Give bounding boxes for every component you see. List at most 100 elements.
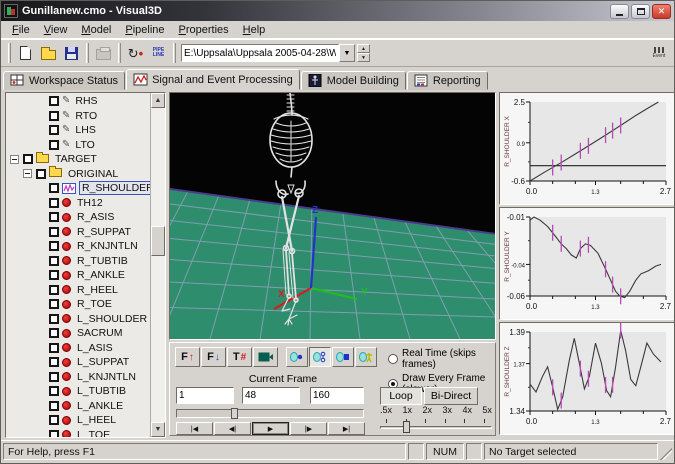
tree-checkbox[interactable] — [49, 386, 59, 396]
recalc-button[interactable]: ↻• — [124, 42, 147, 64]
tree-item-r_shoulder[interactable]: R_SHOULDER — [6, 181, 150, 196]
file-combo-dropdown-button[interactable]: ▼ — [339, 44, 355, 62]
frame-slider[interactable] — [176, 409, 364, 418]
close-button[interactable]: ✕ — [652, 4, 671, 19]
speed-slider-thumb[interactable] — [403, 421, 410, 433]
tree-item-th12[interactable]: TH12 — [6, 196, 150, 211]
tree-item-lhs[interactable]: ✎LHS — [6, 123, 150, 138]
tree-checkbox[interactable] — [49, 256, 59, 266]
chart-r_shoulder x[interactable]: 2.50.9-0.60.01.32.7R_SHOULDER X — [499, 92, 675, 205]
step-forward-button[interactable]: |▶ — [290, 422, 327, 435]
tree-checkbox[interactable] — [49, 401, 59, 411]
tree-checkbox[interactable] — [49, 415, 59, 425]
radio-button[interactable] — [388, 354, 398, 364]
marker-figure-button[interactable] — [355, 347, 377, 367]
new-file-button[interactable] — [14, 42, 37, 64]
tree-checkbox[interactable] — [49, 227, 59, 237]
spin-down-button[interactable]: ▼ — [357, 53, 370, 62]
bidirect-button[interactable]: Bi-Direct — [424, 387, 478, 405]
tree-scrollbar[interactable]: ▲ ▼ — [150, 93, 165, 437]
file-combo-input[interactable] — [181, 44, 339, 62]
tree-checkbox[interactable] — [49, 430, 59, 437]
tab-signal-and-event-processing[interactable]: Signal and Event Processing — [126, 69, 300, 90]
tree-item-l_knjntln[interactable]: L_KNJNTLN — [6, 370, 150, 385]
tree-item-l_ankle[interactable]: L_ANKLE — [6, 399, 150, 414]
event-button[interactable]: Event — [648, 42, 670, 64]
open-file-button[interactable] — [37, 42, 60, 64]
tree-checkbox[interactable] — [49, 270, 59, 280]
speed-slider[interactable] — [380, 419, 492, 431]
go-end-button[interactable]: ▶| — [328, 422, 365, 435]
menu-view[interactable]: View — [37, 23, 75, 37]
tree-item-l_asis[interactable]: L_ASIS — [6, 341, 150, 356]
tree-item-r_asis[interactable]: R_ASIS — [6, 210, 150, 225]
go-start-button[interactable]: |◀ — [176, 422, 213, 435]
tree-item-original[interactable]: ORIGINAL — [6, 167, 150, 182]
menu-help[interactable]: Help — [236, 23, 273, 37]
menu-properties[interactable]: Properties — [172, 23, 236, 37]
tree-checkbox[interactable] — [49, 212, 59, 222]
print-button[interactable] — [92, 42, 115, 64]
frame-slider-thumb[interactable] — [231, 408, 238, 419]
tree-item-l_tubtib[interactable]: L_TUBTIB — [6, 384, 150, 399]
frame-button-0[interactable]: F↑ — [175, 347, 200, 367]
tree-checkbox[interactable] — [23, 154, 33, 164]
frame-button-2[interactable]: T# — [227, 347, 252, 367]
tree-checkbox[interactable] — [49, 198, 59, 208]
minimize-button[interactable] — [610, 4, 629, 19]
chart-r_shoulder y[interactable]: -0.01-0.04-0.060.01.32.7R_SHOULDER Y — [499, 207, 675, 320]
tree-item-r_heel[interactable]: R_HEEL — [6, 283, 150, 298]
tree-item-r_knjntln[interactable]: R_KNJNTLN — [6, 239, 150, 254]
radio-option-0[interactable]: Real Time (skips frames) — [388, 348, 495, 370]
start-frame-input[interactable] — [176, 387, 234, 404]
tree-checkbox[interactable] — [49, 125, 59, 135]
expand-minus-box[interactable] — [10, 155, 19, 164]
tree-item-l_heel[interactable]: L_HEEL — [6, 413, 150, 428]
tree-item-l_toe[interactable]: L_TOE — [6, 428, 150, 438]
current-frame-input[interactable] — [242, 387, 300, 404]
play-button[interactable]: ▶ — [252, 422, 289, 435]
scroll-track[interactable] — [151, 108, 165, 422]
loop-button[interactable]: Loop — [380, 387, 422, 405]
menu-model[interactable]: Model — [74, 23, 118, 37]
tree-checkbox[interactable] — [49, 96, 59, 106]
chart-r_shoulder z[interactable]: 1.391.371.340.01.32.7R_SHOULDER Z — [499, 322, 675, 435]
tab-reporting[interactable]: Reporting — [407, 71, 488, 90]
menu-pipeline[interactable]: Pipeline — [118, 23, 171, 37]
tree-item-r_ankle[interactable]: R_ANKLE — [6, 268, 150, 283]
scroll-thumb[interactable] — [151, 226, 165, 256]
tree-checkbox[interactable] — [49, 372, 59, 382]
resize-grip[interactable] — [660, 448, 672, 460]
tree-checkbox[interactable] — [49, 183, 59, 193]
tab-model-building[interactable]: Model Building — [301, 71, 406, 90]
menu-file[interactable]: File — [5, 23, 37, 37]
tree-checkbox[interactable] — [49, 140, 59, 150]
tree-checkbox[interactable] — [49, 328, 59, 338]
save-button[interactable] — [60, 42, 83, 64]
tree-item-l_shoulder[interactable]: L_SHOULDER — [6, 312, 150, 327]
tree-checkbox[interactable] — [49, 357, 59, 367]
step-back-button[interactable]: ◀| — [214, 422, 251, 435]
tree-item-r_tubtib[interactable]: R_TUBTIB — [6, 254, 150, 269]
pipeline-button[interactable]: PIPELINE — [147, 42, 170, 64]
tree-item-lto[interactable]: ✎LTO — [6, 138, 150, 153]
maximize-button[interactable] — [631, 4, 650, 19]
tree-checkbox[interactable] — [49, 111, 59, 121]
tree-item-r_suppat[interactable]: R_SUPPAT — [6, 225, 150, 240]
tree-checkbox[interactable] — [49, 343, 59, 353]
tree-checkbox[interactable] — [49, 299, 59, 309]
marker-dot-button[interactable] — [286, 347, 308, 367]
tree-checkbox[interactable] — [49, 241, 59, 251]
tree-item-target[interactable]: TARGET — [6, 152, 150, 167]
tree-item-rhs[interactable]: ✎RHS — [6, 94, 150, 109]
tree-item-l_suppat[interactable]: L_SUPPAT — [6, 355, 150, 370]
tree-checkbox[interactable] — [49, 285, 59, 295]
tree-checkbox[interactable] — [36, 169, 46, 179]
spin-up-button[interactable]: ▲ — [357, 44, 370, 53]
marker-link-button[interactable] — [309, 347, 331, 367]
marker-cube-button[interactable] — [332, 347, 354, 367]
scroll-down-button[interactable]: ▼ — [151, 422, 165, 437]
tree-checkbox[interactable] — [49, 314, 59, 324]
tree-item-sacrum[interactable]: SACRUM — [6, 326, 150, 341]
frame-button-1[interactable]: F↓ — [201, 347, 226, 367]
